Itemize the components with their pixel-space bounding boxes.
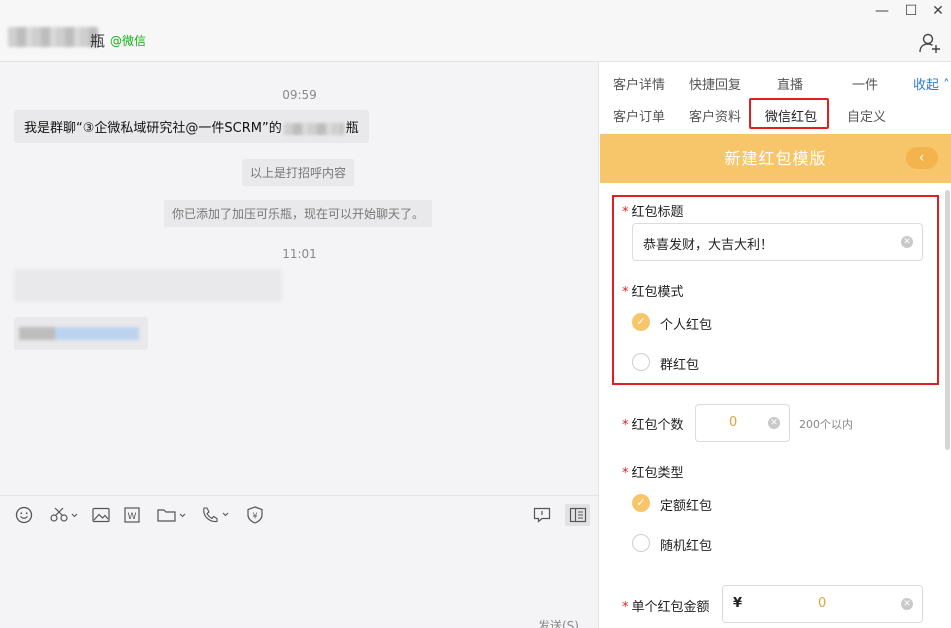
amount-input-value: 0 bbox=[818, 596, 827, 611]
chat-message-area[interactable]: 09:59 我是群聊“③企微私域研究社@一件SCRM”的 瓶 以上是打招呼内容 你… bbox=[0, 62, 599, 495]
template-banner: 新建红包模版 ‹ bbox=[600, 134, 951, 183]
tab-quick-reply[interactable]: 快捷回复 bbox=[689, 74, 741, 93]
type-option-fixed[interactable]: 定额红包 bbox=[660, 495, 712, 514]
required-mark: * bbox=[622, 466, 629, 481]
sidebar-toggle-icon[interactable] bbox=[565, 504, 590, 526]
close-button[interactable]: ✕ bbox=[926, 2, 950, 20]
check-icon[interactable]: ✓ bbox=[632, 494, 650, 512]
required-mark: * bbox=[622, 205, 629, 220]
count-input-value: 0 bbox=[729, 415, 738, 430]
redacted-text bbox=[283, 122, 344, 135]
input-toolbar: W ¥ bbox=[0, 495, 599, 533]
contact-name-tail: 瓶 bbox=[90, 32, 106, 50]
emoji-icon[interactable] bbox=[14, 504, 34, 526]
check-icon[interactable]: ✓ bbox=[632, 313, 650, 331]
svg-text:¥: ¥ bbox=[252, 512, 257, 521]
add-user-icon[interactable] bbox=[918, 32, 942, 54]
red-packet-count-label: * 红包个数 bbox=[622, 418, 684, 433]
timestamp: 09:59 bbox=[282, 88, 317, 102]
word-doc-icon[interactable]: W bbox=[122, 504, 142, 526]
type-option-random[interactable]: 随机红包 bbox=[660, 535, 712, 554]
mode-option-personal[interactable]: 个人红包 bbox=[660, 314, 712, 333]
chevron-left-icon: ‹ bbox=[918, 150, 926, 166]
timestamp: 11:01 bbox=[282, 247, 317, 261]
collapse-button[interactable]: 收起 ˄ bbox=[913, 74, 950, 93]
side-panel-tabs: 客户详情 快捷回复 直播 一件 收起 ˄ 客户订单 客户资料 微信红包 自定义 bbox=[600, 62, 951, 134]
folder-icon[interactable] bbox=[156, 504, 188, 526]
required-mark: * bbox=[622, 418, 629, 433]
message-bubble-redacted[interactable] bbox=[14, 269, 282, 302]
svg-text:W: W bbox=[128, 512, 137, 522]
panel-scrollbar[interactable] bbox=[945, 190, 950, 450]
screenshot-icon[interactable] bbox=[48, 504, 80, 526]
tab-yijian[interactable]: 一件 bbox=[852, 74, 878, 93]
tab-customer-orders[interactable]: 客户订单 bbox=[613, 106, 665, 125]
radio-unchecked-icon[interactable] bbox=[632, 353, 650, 371]
red-packet-title-input[interactable]: 恭喜发财，大吉大利！ ✕ bbox=[632, 223, 923, 261]
mode-option-group[interactable]: 群红包 bbox=[660, 354, 699, 373]
active-tab-highlight bbox=[749, 98, 829, 129]
image-icon[interactable] bbox=[91, 504, 111, 526]
banner-title: 新建红包模版 bbox=[724, 149, 827, 168]
count-hint: 200个以内 bbox=[799, 418, 853, 431]
radio-unchecked-icon[interactable] bbox=[632, 534, 650, 552]
phone-icon[interactable] bbox=[200, 504, 232, 526]
single-amount-input[interactable]: ¥ 0 ✕ bbox=[722, 585, 923, 623]
tab-customer-detail[interactable]: 客户详情 bbox=[613, 74, 665, 93]
title-input-value: 恭喜发财，大吉大利！ bbox=[643, 238, 774, 253]
redacted-link bbox=[19, 327, 139, 340]
tab-customer-profile[interactable]: 客户资料 bbox=[689, 106, 741, 125]
clear-icon[interactable]: ✕ bbox=[901, 236, 913, 248]
red-packet-shield-icon[interactable]: ¥ bbox=[245, 504, 265, 526]
clear-icon[interactable]: ✕ bbox=[901, 598, 913, 610]
required-mark: * bbox=[622, 285, 629, 300]
red-packet-mode-label: * 红包模式 bbox=[622, 285, 684, 300]
message-bubble-redacted[interactable] bbox=[14, 317, 148, 350]
red-packet-title-label: * 红包标题 bbox=[622, 205, 684, 220]
currency-symbol: ¥ bbox=[733, 596, 743, 611]
tab-live[interactable]: 直播 bbox=[777, 74, 803, 93]
add-user-icon-svg bbox=[919, 33, 940, 53]
red-packet-type-label: * 红包类型 bbox=[622, 466, 684, 481]
message-input[interactable] bbox=[0, 533, 599, 628]
message-text-tail: 瓶 bbox=[345, 121, 359, 136]
system-notice: 以上是打招呼内容 bbox=[242, 159, 355, 186]
clear-icon[interactable]: ✕ bbox=[768, 417, 780, 429]
chat-record-icon[interactable] bbox=[531, 504, 553, 526]
contact-name-blurred bbox=[8, 27, 98, 47]
minimize-button[interactable]: — bbox=[870, 2, 894, 20]
message-text: 我是群聊“③企微私域研究社@一件SCRM”的 bbox=[24, 121, 282, 136]
single-amount-label: * 单个红包金额 bbox=[622, 600, 710, 615]
back-button[interactable]: ‹ bbox=[906, 147, 938, 169]
chevron-up-icon: ˄ bbox=[939, 78, 950, 93]
wechat-source-tag: @微信 bbox=[110, 34, 147, 48]
red-packet-count-input[interactable]: 0 ✕ bbox=[695, 404, 790, 442]
message-bubble[interactable]: 我是群聊“③企微私域研究社@一件SCRM”的 瓶 bbox=[14, 110, 369, 143]
chat-header: 瓶 @微信 — ☐ ✕ bbox=[0, 0, 951, 62]
maximize-button[interactable]: ☐ bbox=[899, 2, 923, 20]
customer-side-panel: 客户详情 快捷回复 直播 一件 收起 ˄ 客户订单 客户资料 微信红包 自定义 … bbox=[600, 62, 951, 628]
send-button[interactable]: 发送(S) bbox=[538, 617, 579, 628]
required-mark: * bbox=[622, 600, 629, 615]
system-notice: 你已添加了加压可乐瓶，现在可以开始聊天了。 bbox=[164, 200, 433, 227]
tab-custom[interactable]: 自定义 bbox=[847, 106, 886, 125]
